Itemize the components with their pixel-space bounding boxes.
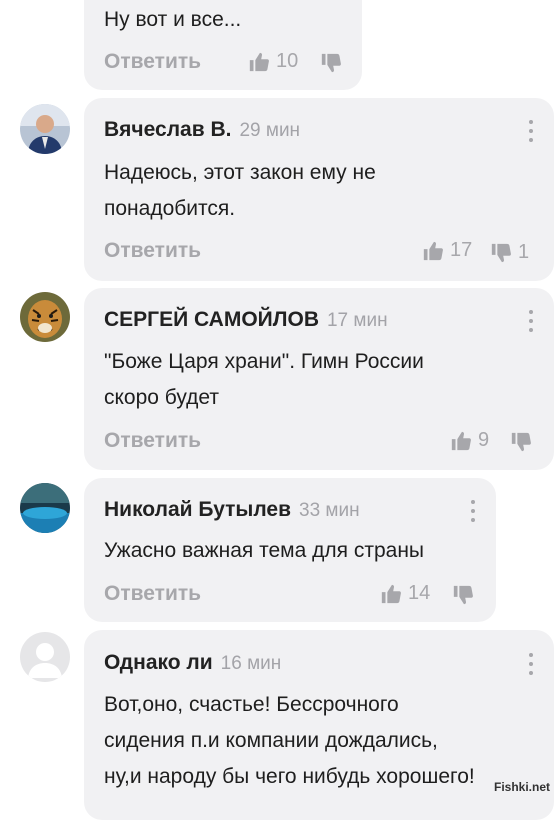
thumbs-down-icon	[321, 53, 341, 73]
thumbs-up-icon	[423, 241, 443, 260]
comment-text: Надеюсь, этот закон ему не	[104, 161, 376, 184]
dislike-count: 1	[518, 241, 530, 263]
avatar[interactable]	[20, 483, 70, 533]
reply-button[interactable]: Ответить	[104, 239, 201, 263]
tiger-photo-icon	[20, 292, 70, 342]
like-button[interactable]: 14	[380, 582, 430, 605]
more-options-icon[interactable]	[528, 120, 534, 142]
comment-text: сидения п.и компании дождались,	[104, 729, 438, 752]
author-name-text: Николай Бутылев	[104, 498, 292, 521]
reply-button[interactable]: Ответить	[104, 50, 201, 74]
author-name[interactable]: Николай Бутылев 33 мин	[104, 498, 360, 522]
comment-text: ну,и народу бы чего нибудь хорошего!	[104, 765, 475, 788]
avatar[interactable]	[20, 104, 70, 154]
reply-button[interactable]: Ответить	[104, 429, 201, 453]
comment-text: понадобится.	[104, 197, 236, 220]
author-name[interactable]: Вячеслав В. 29 мин	[104, 118, 300, 142]
thumbs-up-icon	[451, 431, 471, 450]
thumbs-down-icon	[511, 432, 531, 452]
comment-time: 33 мин	[299, 500, 360, 521]
comment-text: скоро будет	[104, 386, 220, 409]
sea-cave-photo-icon	[20, 483, 70, 533]
author-name[interactable]: СЕРГЕЙ САМОЙЛОВ 17 мин	[104, 308, 388, 332]
more-options-icon[interactable]	[470, 500, 476, 522]
like-button[interactable]: 17	[422, 239, 472, 262]
like-count: 17	[450, 239, 473, 261]
like-count: 9	[478, 429, 490, 451]
more-options-icon[interactable]	[528, 653, 534, 675]
avatar[interactable]	[20, 632, 70, 682]
comment-time: 29 мин	[239, 120, 301, 141]
user-photo-icon	[20, 104, 70, 154]
like-count: 10	[276, 50, 299, 72]
author-name-text: СЕРГЕЙ САМОЙЛОВ	[104, 308, 319, 331]
like-button[interactable]: 9	[450, 429, 489, 452]
dislike-button[interactable]: 1	[490, 241, 529, 264]
comment-time: 17 мин	[326, 310, 388, 331]
author-name-text: Вячеслав В.	[104, 118, 232, 141]
author-name[interactable]: Однако ли 16 мин	[104, 651, 281, 675]
thumbs-up-icon	[249, 52, 269, 71]
default-user-icon	[20, 632, 70, 682]
comment-text: "Боже Царя храни". Гимн России	[104, 350, 424, 373]
like-count: 14	[408, 582, 431, 604]
comment-text: Вот,оно, счастье! Бессрочного	[104, 693, 399, 716]
thumbs-down-icon	[453, 585, 473, 605]
reply-button[interactable]: Ответить	[104, 582, 201, 606]
thumbs-down-icon	[491, 243, 511, 262]
dislike-button[interactable]	[510, 431, 532, 453]
comment-text: Ужасно важная тема для страны	[104, 539, 425, 562]
watermark: Fishki.net	[493, 780, 550, 794]
comment-text: Ну вот и все...	[104, 8, 242, 31]
author-name-text: Однако ли	[104, 651, 213, 674]
avatar[interactable]	[20, 292, 70, 342]
thumbs-up-icon	[381, 584, 401, 603]
more-options-icon[interactable]	[528, 310, 534, 332]
dislike-button[interactable]	[320, 52, 342, 74]
like-button[interactable]: 10	[248, 50, 298, 73]
comment-time: 16 мин	[220, 653, 282, 674]
dislike-button[interactable]	[452, 584, 474, 606]
